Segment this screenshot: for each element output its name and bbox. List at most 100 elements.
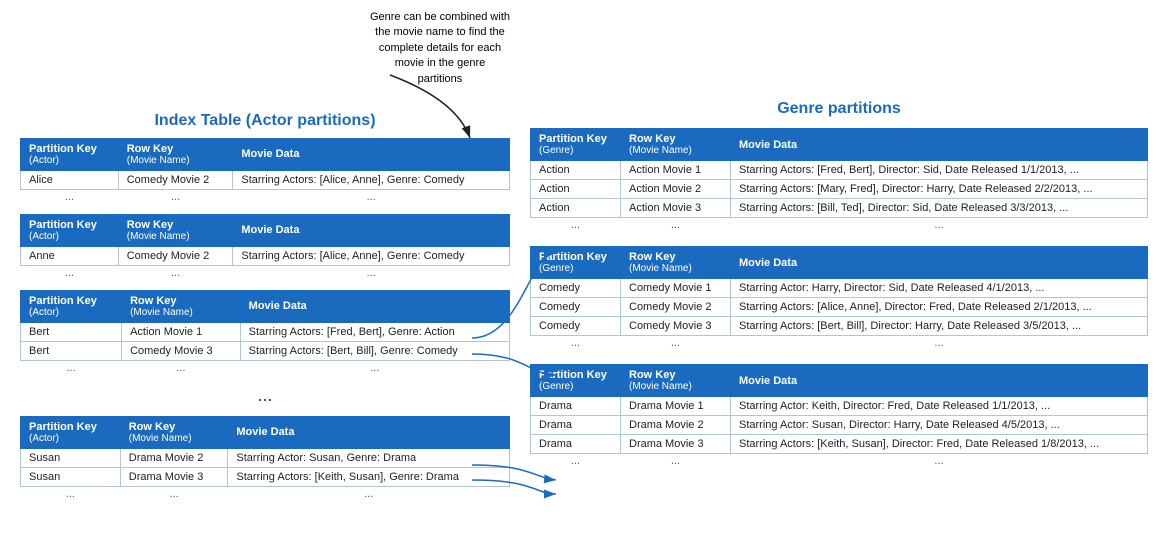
dots-row: ... ... ... bbox=[531, 454, 1148, 469]
cell-row-key: Action Movie 1 bbox=[621, 161, 731, 180]
cell-movie-data: Starring Actors: [Alice, Anne], Director… bbox=[731, 298, 1148, 317]
cell-movie-data: Starring Actors: [Bill, Ted], Director: … bbox=[731, 199, 1148, 218]
cell-movie-data: Starring Actors: [Alice, Anne], Genre: C… bbox=[233, 170, 510, 189]
table-header-row: Partition Key(Genre) Row Key(Movie Name)… bbox=[531, 365, 1148, 397]
ellipsis-separator: ... bbox=[20, 385, 510, 406]
col-row-key: Row Key(Movie Name) bbox=[621, 365, 731, 397]
cell-partition-key: Bert bbox=[21, 322, 122, 341]
cell-partition-key: Comedy bbox=[531, 298, 621, 317]
table-row: Action Action Movie 2 Starring Actors: [… bbox=[531, 180, 1148, 199]
table-row: Bert Comedy Movie 3 Starring Actors: [Be… bbox=[21, 341, 510, 360]
cell-partition-key: Drama bbox=[531, 435, 621, 454]
table-row: Susan Drama Movie 2 Starring Actor: Susa… bbox=[21, 448, 510, 467]
table-row: Drama Drama Movie 1 Starring Actor: Keit… bbox=[531, 397, 1148, 416]
dots-cell: ... bbox=[531, 454, 621, 469]
table-row: Comedy Comedy Movie 2 Starring Actors: [… bbox=[531, 298, 1148, 317]
cell-movie-data: Starring Actors: [Bert, Bill], Director:… bbox=[731, 317, 1148, 336]
dots-cell: ... bbox=[621, 336, 731, 351]
cell-partition-key: Drama bbox=[531, 397, 621, 416]
dots-cell: ... bbox=[21, 189, 119, 204]
dots-cell: ... bbox=[531, 336, 621, 351]
dots-row: ... ... ... bbox=[21, 265, 510, 280]
col-row-key: Row Key(Movie Name) bbox=[118, 214, 233, 246]
table-header-row: Partition Key(Actor) Row Key(Movie Name)… bbox=[21, 416, 510, 448]
cell-row-key: Comedy Movie 3 bbox=[621, 317, 731, 336]
dots-cell: ... bbox=[731, 454, 1148, 469]
cell-row-key: Comedy Movie 2 bbox=[118, 170, 233, 189]
cell-movie-data: Starring Actors: [Alice, Anne], Genre: C… bbox=[233, 246, 510, 265]
col-partition-key: Partition Key(Actor) bbox=[21, 290, 122, 322]
actor-table-alice: Partition Key(Actor) Row Key(Movie Name)… bbox=[20, 138, 510, 204]
cell-movie-data: Starring Actors: [Bert, Bill], Genre: Co… bbox=[240, 341, 509, 360]
col-row-key: Row Key(Movie Name) bbox=[621, 129, 731, 161]
col-partition-key: Partition Key(Actor) bbox=[21, 416, 121, 448]
table-row: Drama Drama Movie 3 Starring Actors: [Ke… bbox=[531, 435, 1148, 454]
dots-cell: ... bbox=[240, 360, 509, 375]
cell-movie-data: Starring Actors: [Keith, Susan], Genre: … bbox=[228, 467, 510, 486]
col-row-key: Row Key(Movie Name) bbox=[122, 290, 241, 322]
dots-cell: ... bbox=[621, 454, 731, 469]
cell-partition-key: Bert bbox=[21, 341, 122, 360]
dots-cell: ... bbox=[21, 486, 121, 501]
col-row-key: Row Key(Movie Name) bbox=[621, 247, 731, 279]
table-row: Drama Drama Movie 2 Starring Actor: Susa… bbox=[531, 416, 1148, 435]
actor-table-bert: Partition Key(Actor) Row Key(Movie Name)… bbox=[20, 290, 510, 375]
cell-partition-key: Susan bbox=[21, 467, 121, 486]
genre-table-drama: Partition Key(Genre) Row Key(Movie Name)… bbox=[530, 364, 1148, 468]
table-row: Action Action Movie 1 Starring Actors: [… bbox=[531, 161, 1148, 180]
table-row: Comedy Comedy Movie 1 Starring Actor: Ha… bbox=[531, 279, 1148, 298]
actor-table-susan: Partition Key(Actor) Row Key(Movie Name)… bbox=[20, 416, 510, 501]
dots-cell: ... bbox=[21, 265, 119, 280]
dots-row: ... ... ... bbox=[21, 189, 510, 204]
table-row: Comedy Comedy Movie 3 Starring Actors: [… bbox=[531, 317, 1148, 336]
cell-partition-key: Comedy bbox=[531, 317, 621, 336]
dots-row: ... ... ... bbox=[531, 218, 1148, 233]
dots-cell: ... bbox=[118, 265, 233, 280]
cell-movie-data: Starring Actor: Susan, Director: Harry, … bbox=[731, 416, 1148, 435]
table-row: Anne Comedy Movie 2 Starring Actors: [Al… bbox=[21, 246, 510, 265]
dots-cell: ... bbox=[118, 189, 233, 204]
table-row: Bert Action Movie 1 Starring Actors: [Fr… bbox=[21, 322, 510, 341]
table-header-row: Partition Key(Actor) Row Key(Movie Name)… bbox=[21, 138, 510, 170]
cell-partition-key: Anne bbox=[21, 246, 119, 265]
cell-row-key: Drama Movie 2 bbox=[120, 448, 228, 467]
dots-cell: ... bbox=[120, 486, 228, 501]
cell-row-key: Comedy Movie 2 bbox=[118, 246, 233, 265]
dots-cell: ... bbox=[731, 336, 1148, 351]
dots-cell: ... bbox=[233, 265, 510, 280]
cell-row-key: Drama Movie 3 bbox=[621, 435, 731, 454]
cell-movie-data: Starring Actors: [Fred, Bert], Director:… bbox=[731, 161, 1148, 180]
cell-movie-data: Starring Actor: Keith, Director: Fred, D… bbox=[731, 397, 1148, 416]
col-partition-key: Partition Key(Genre) bbox=[531, 365, 621, 397]
table-header-row: Partition Key(Genre) Row Key(Movie Name)… bbox=[531, 129, 1148, 161]
dots-cell: ... bbox=[621, 218, 731, 233]
left-section-title: Index Table (Actor partitions) bbox=[20, 112, 510, 130]
cell-partition-key: Comedy bbox=[531, 279, 621, 298]
cell-partition-key: Alice bbox=[21, 170, 119, 189]
dots-cell: ... bbox=[228, 486, 510, 501]
actor-table-anne: Partition Key(Actor) Row Key(Movie Name)… bbox=[20, 214, 510, 280]
cell-movie-data: Starring Actor: Susan, Genre: Drama bbox=[228, 448, 510, 467]
cell-row-key: Comedy Movie 3 bbox=[122, 341, 241, 360]
col-movie-data: Movie Data bbox=[731, 247, 1148, 279]
table-row: Susan Drama Movie 3 Starring Actors: [Ke… bbox=[21, 467, 510, 486]
cell-partition-key: Susan bbox=[21, 448, 121, 467]
cell-row-key: Drama Movie 3 bbox=[120, 467, 228, 486]
dots-cell: ... bbox=[21, 360, 122, 375]
dots-cell: ... bbox=[233, 189, 510, 204]
table-header-row: Partition Key(Actor) Row Key(Movie Name)… bbox=[21, 214, 510, 246]
col-movie-data: Movie Data bbox=[240, 290, 509, 322]
table-row: Action Action Movie 3 Starring Actors: [… bbox=[531, 199, 1148, 218]
col-movie-data: Movie Data bbox=[228, 416, 510, 448]
dots-row: ... ... ... bbox=[21, 486, 510, 501]
col-row-key: Row Key(Movie Name) bbox=[118, 138, 233, 170]
cell-row-key: Drama Movie 1 bbox=[621, 397, 731, 416]
col-movie-data: Movie Data bbox=[731, 129, 1148, 161]
dots-row: ... ... ... bbox=[531, 336, 1148, 351]
cell-movie-data: Starring Actors: [Mary, Fred], Director:… bbox=[731, 180, 1148, 199]
cell-partition-key: Action bbox=[531, 199, 621, 218]
dots-cell: ... bbox=[122, 360, 241, 375]
genre-table-comedy: Partition Key(Genre) Row Key(Movie Name)… bbox=[530, 246, 1148, 350]
table-header-row: Partition Key(Genre) Row Key(Movie Name)… bbox=[531, 247, 1148, 279]
cell-movie-data: Starring Actors: [Fred, Bert], Genre: Ac… bbox=[240, 322, 509, 341]
